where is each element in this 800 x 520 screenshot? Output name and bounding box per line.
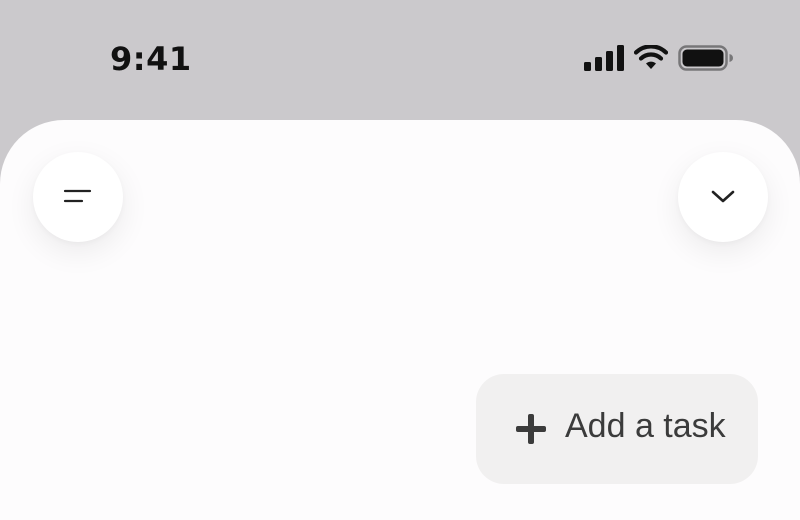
wifi-icon [634,45,668,69]
menu-lines-icon [63,189,92,203]
status-icons [584,45,734,71]
collapse-button[interactable] [678,152,768,242]
plus-icon [516,414,546,444]
menu-button[interactable] [33,152,123,242]
add-task-label: Add a task [565,407,726,445]
battery-icon [678,45,733,71]
cellular-signal-icon [584,45,624,71]
chevron-down-icon [711,190,735,203]
status-bar: 9:41 [0,0,800,120]
add-task-button[interactable]: Add a task [476,374,758,484]
status-time: 9:41 [110,40,192,78]
